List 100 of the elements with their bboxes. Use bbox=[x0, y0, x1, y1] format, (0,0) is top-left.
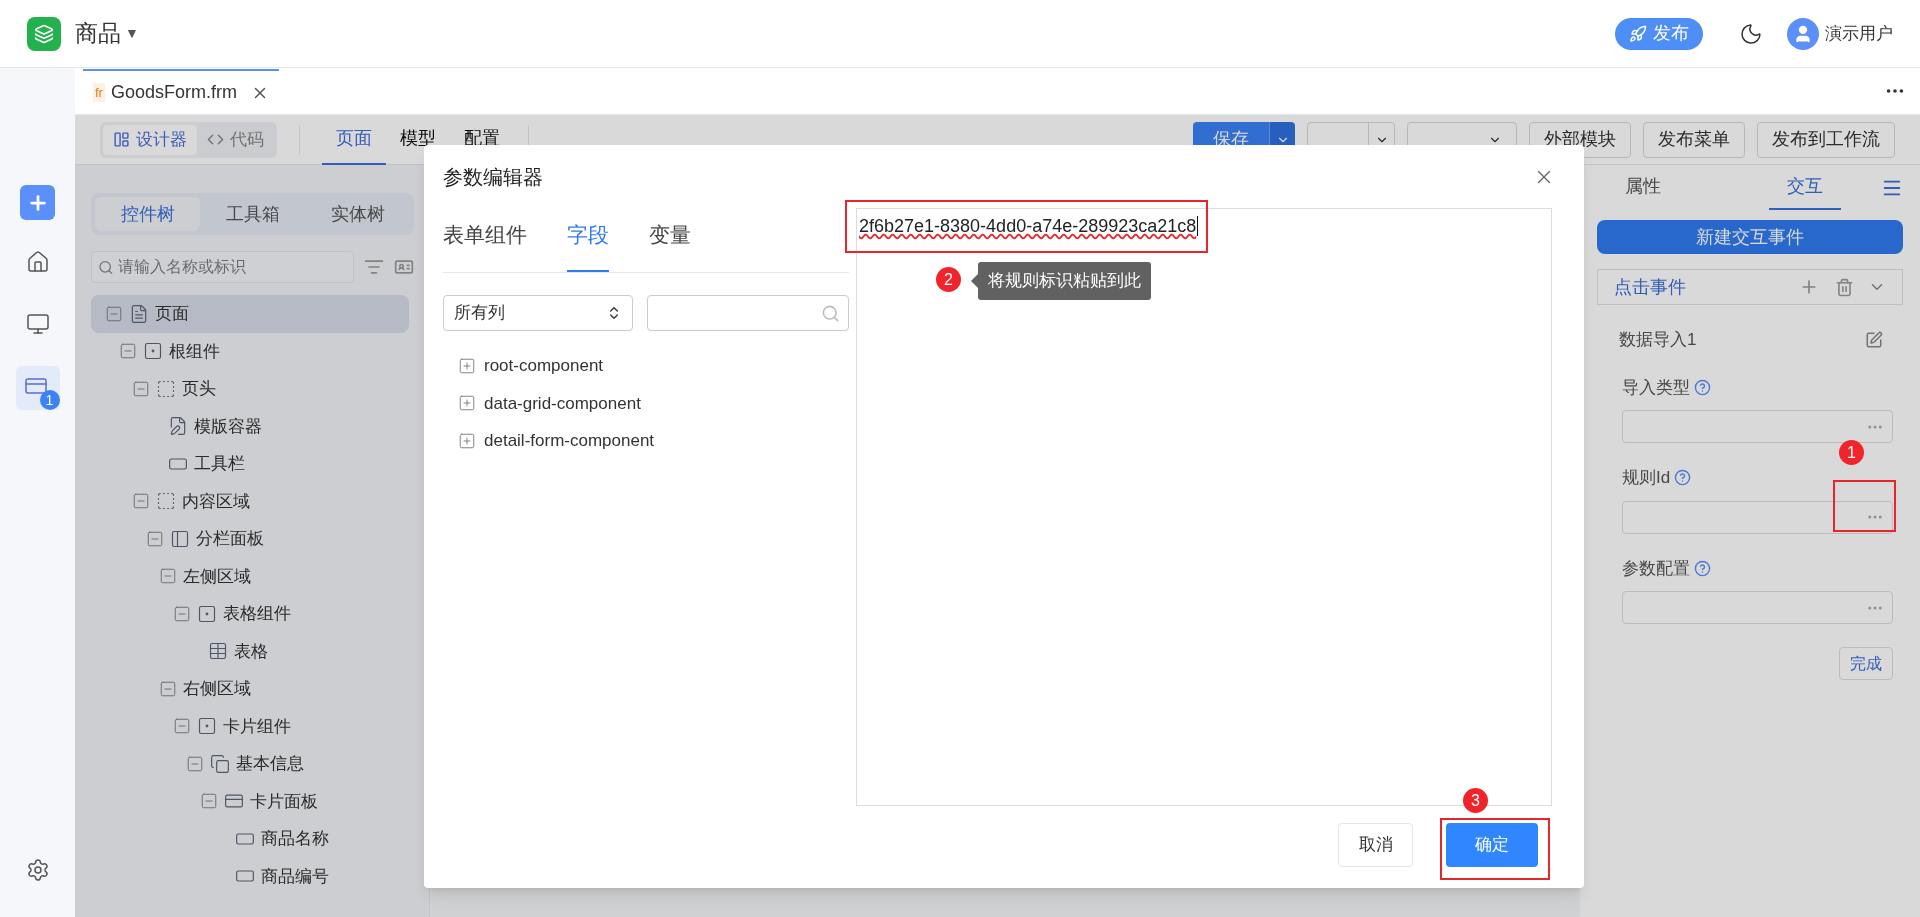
collapse-icon[interactable] bbox=[118, 342, 137, 361]
tree-item[interactable]: detail-form-component bbox=[458, 422, 849, 460]
tree-item-label: 模版容器 bbox=[193, 415, 262, 438]
cards-nav-item[interactable]: 1 bbox=[15, 366, 60, 410]
collapse-icon[interactable] bbox=[132, 379, 150, 398]
tree-item[interactable]: 表格 bbox=[91, 632, 409, 670]
dashed-square-icon bbox=[156, 378, 176, 399]
sort-icon[interactable] bbox=[364, 257, 384, 277]
panel-tab[interactable]: 工具箱 bbox=[200, 197, 305, 231]
notification-badge: 1 bbox=[39, 390, 60, 410]
component-icon bbox=[196, 603, 217, 624]
new-event-button[interactable]: 新建交互事件 bbox=[1597, 220, 1903, 254]
field-label: 规则Id bbox=[1622, 467, 1671, 489]
home-icon[interactable] bbox=[25, 250, 50, 274]
dialog-tab[interactable]: 变量 bbox=[649, 217, 691, 272]
file-type-label: fr bbox=[93, 82, 105, 103]
table-icon bbox=[208, 641, 228, 662]
view-mode-tab[interactable]: 设计器 bbox=[103, 124, 197, 155]
collapse-icon[interactable] bbox=[159, 567, 177, 586]
component-icon bbox=[196, 716, 217, 737]
search-field[interactable] bbox=[647, 295, 849, 331]
delete-icon[interactable] bbox=[1835, 277, 1854, 297]
tree-item[interactable]: 模版容器 bbox=[91, 407, 409, 445]
dialog-tab[interactable]: 字段 bbox=[567, 217, 609, 272]
collapse-icon[interactable] bbox=[199, 792, 218, 811]
tree-item[interactable]: root-component bbox=[458, 347, 849, 385]
expand-icon[interactable] bbox=[458, 431, 476, 450]
event-title[interactable]: 点击事件 bbox=[1614, 273, 1686, 301]
avatar-icon[interactable] bbox=[1787, 17, 1819, 50]
toolbar-button[interactable]: 发布菜单 bbox=[1643, 121, 1745, 158]
id-icon[interactable] bbox=[394, 257, 414, 277]
component-icon bbox=[142, 341, 163, 362]
tree-item[interactable]: 商品名称 bbox=[91, 820, 409, 858]
done-button[interactable]: 完成 bbox=[1839, 647, 1893, 680]
tree-item-label: 卡片面板 bbox=[249, 790, 318, 813]
tree-item-label: 页头 bbox=[182, 378, 216, 400]
rocket-icon bbox=[1629, 24, 1647, 43]
user-name[interactable]: 演示用户 bbox=[1825, 20, 1893, 47]
tree-item-label: 卡片组件 bbox=[222, 715, 291, 738]
tree-item[interactable]: 工具栏 bbox=[91, 445, 409, 483]
property-tab[interactable]: 属性 bbox=[1607, 165, 1679, 210]
tree-item[interactable]: 卡片面板 bbox=[91, 782, 409, 820]
expand-icon[interactable] bbox=[458, 394, 476, 413]
tree-item-label: 表格 bbox=[234, 640, 268, 663]
search-field[interactable]: 请输入名称或标识 bbox=[91, 251, 354, 283]
collapse-icon[interactable] bbox=[159, 679, 177, 698]
tree-item[interactable]: 右侧区域 bbox=[91, 670, 409, 708]
dialog-tab[interactable]: 表单组件 bbox=[443, 217, 527, 272]
expand-icon[interactable] bbox=[458, 356, 476, 375]
tree-item-label: 右侧区域 bbox=[183, 678, 251, 700]
toolbar-button[interactable]: 发布到工作流 bbox=[1757, 121, 1895, 158]
cancel-button[interactable]: 取消 bbox=[1338, 823, 1413, 867]
column-select[interactable]: 所有列 bbox=[443, 295, 633, 331]
action-name: 数据导入1 bbox=[1619, 329, 1697, 351]
tree-item[interactable]: 页头 bbox=[91, 370, 409, 408]
collapse-icon[interactable] bbox=[172, 604, 191, 623]
tooltip-arrow-icon bbox=[971, 274, 978, 288]
panel-tab[interactable]: 实体树 bbox=[305, 197, 410, 231]
collapse-icon[interactable] bbox=[172, 717, 191, 736]
tree-item-label: 左侧区域 bbox=[183, 565, 251, 588]
search-input[interactable]: 请输入名称或标识 bbox=[117, 255, 347, 279]
property-tab[interactable]: 交互 bbox=[1769, 165, 1841, 210]
tree-item-label: 商品名称 bbox=[261, 828, 329, 850]
tree-item[interactable]: 分栏面板 bbox=[91, 520, 409, 558]
field-label: 导入类型 bbox=[1622, 376, 1690, 399]
tree-item[interactable]: 基本信息 bbox=[91, 745, 409, 783]
tree-item[interactable]: 页面 bbox=[91, 295, 409, 333]
help-icon[interactable] bbox=[1674, 469, 1692, 487]
input-field[interactable] bbox=[1622, 591, 1893, 624]
panel-tab[interactable]: 控件树 bbox=[95, 197, 200, 231]
edit-icon[interactable] bbox=[1865, 330, 1883, 349]
annotation-box bbox=[1833, 480, 1896, 532]
tree-item[interactable]: 根组件 bbox=[91, 332, 409, 370]
add-button[interactable] bbox=[20, 185, 55, 220]
dashed-square-icon bbox=[156, 491, 176, 512]
tree-item[interactable]: 商品编号 bbox=[91, 857, 409, 895]
collapse-icon[interactable] bbox=[145, 529, 164, 548]
file-tab-label: GoodsForm.frm bbox=[110, 81, 237, 104]
help-icon[interactable] bbox=[1694, 559, 1711, 577]
tree-item-label: 根组件 bbox=[168, 340, 220, 363]
dialog-title: 参数编辑器 bbox=[443, 164, 543, 190]
input-field[interactable] bbox=[1622, 410, 1893, 443]
tree-item[interactable]: data-grid-component bbox=[458, 384, 849, 422]
tree-item[interactable]: 内容区域 bbox=[91, 482, 409, 520]
collapse-icon[interactable] bbox=[105, 304, 123, 323]
monitor-icon[interactable] bbox=[25, 312, 50, 336]
confirm-button[interactable]: 确定 bbox=[1446, 823, 1538, 867]
dropdown-caret[interactable]: ▼ bbox=[125, 23, 139, 44]
tree-item[interactable]: 卡片组件 bbox=[91, 707, 409, 745]
step-badge: 3 bbox=[1463, 788, 1488, 813]
search-icon bbox=[821, 303, 840, 323]
collapse-icon[interactable] bbox=[132, 492, 150, 511]
dark-mode-icon[interactable] bbox=[1739, 21, 1763, 46]
help-icon[interactable] bbox=[1694, 378, 1711, 396]
tree-item[interactable]: 左侧区域 bbox=[91, 557, 409, 595]
input-field[interactable] bbox=[1622, 500, 1893, 534]
collapse-icon[interactable] bbox=[186, 754, 204, 773]
tree-item[interactable]: 表格组件 bbox=[91, 595, 409, 633]
tree-item-label: 页面 bbox=[155, 303, 189, 325]
settings-icon[interactable] bbox=[25, 858, 50, 882]
